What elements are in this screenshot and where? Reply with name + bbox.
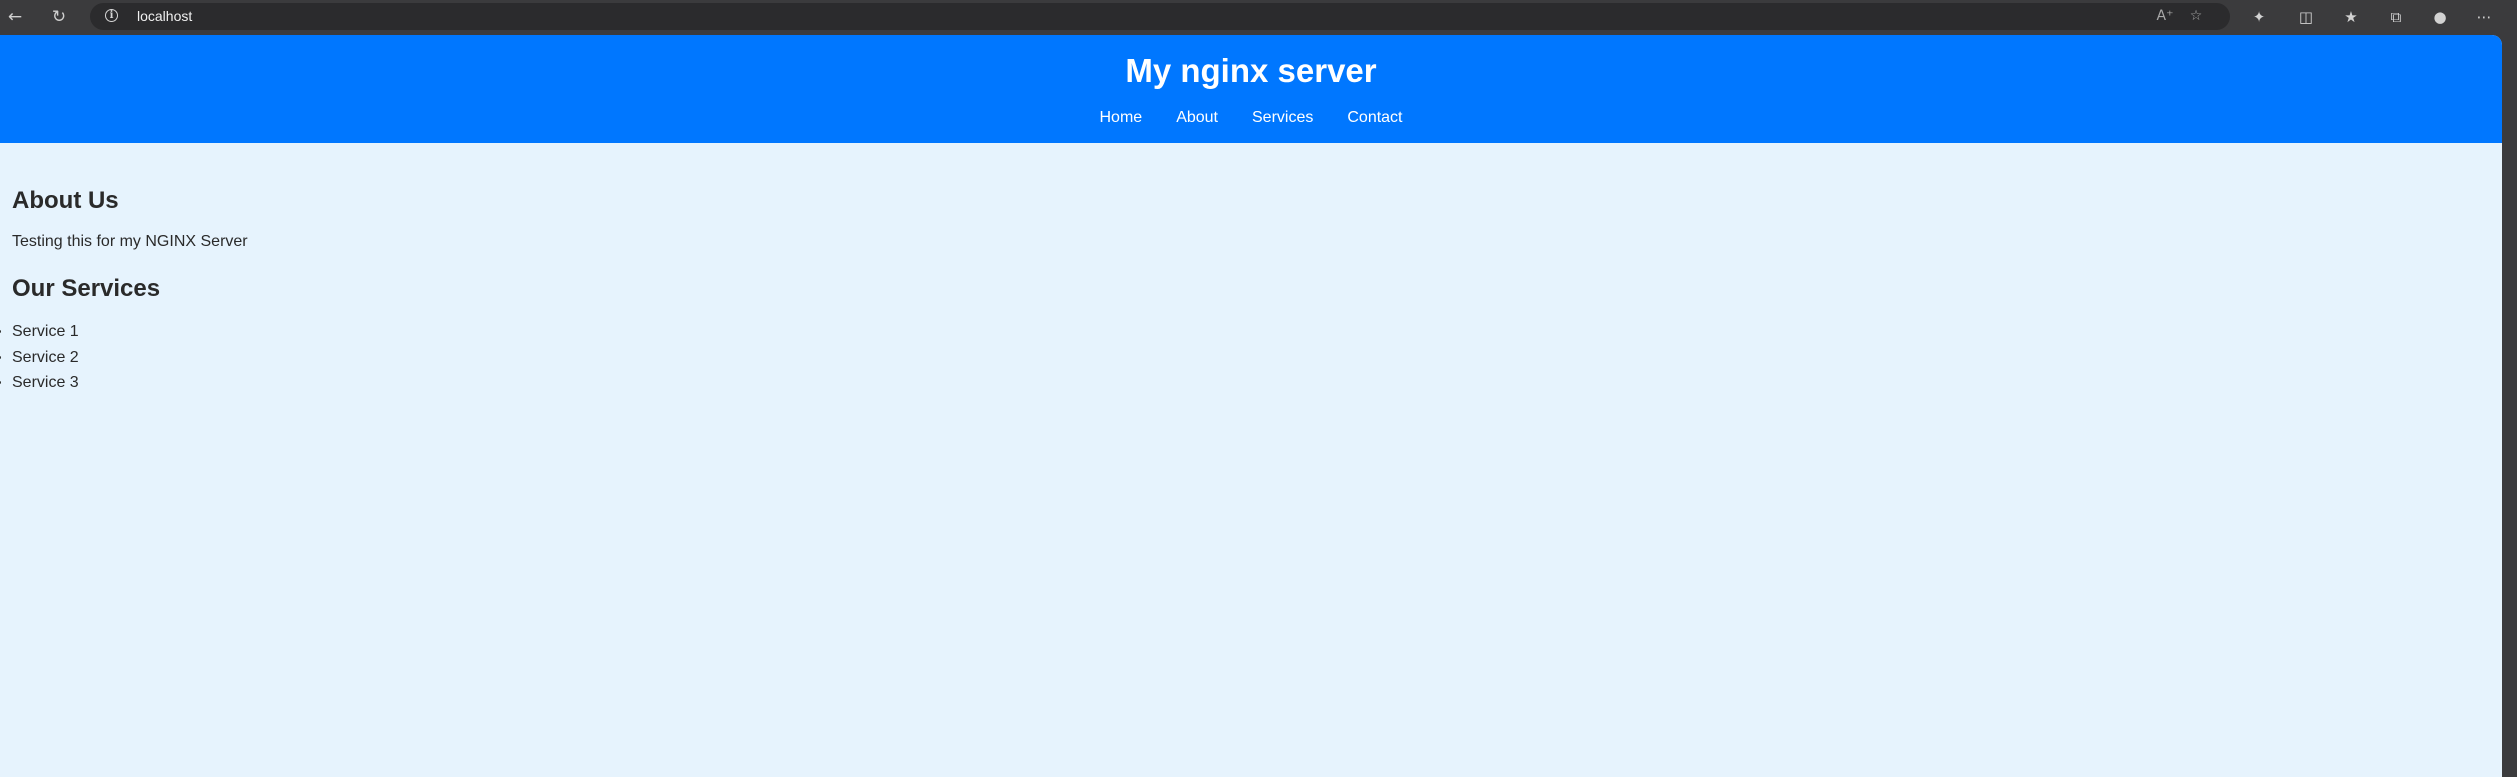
site-nav: Home About Services Contact [0,109,2502,127]
services-heading: Our Services [12,275,161,302]
list-item: Service 2 [0,345,248,371]
about-heading: About Us [12,187,119,214]
page-viewport: My nginx server Home About Services Cont… [0,35,2502,777]
collections-icon[interactable]: ⧉ [2384,5,2408,29]
list-item: Service 1 [0,319,248,345]
nav-link-contact[interactable]: Contact [1347,109,1402,127]
list-item: Service 3 [0,370,248,396]
profile-icon[interactable]: ● [2428,5,2452,29]
scrollbar[interactable] [2502,35,2517,777]
service-label: Service 1 [12,323,79,340]
nav-link-home[interactable]: Home [1100,109,1143,127]
refresh-icon[interactable]: ↻ [48,6,70,28]
nav-link-about[interactable]: About [1176,109,1218,127]
back-arrow-icon[interactable]: ← [4,6,26,28]
service-list: Service 1 Service 2 Service 3 [0,319,248,396]
star-icon[interactable]: ☆ [2186,6,2206,26]
url-text[interactable]: localhost [137,8,192,24]
puzzle-icon[interactable]: ✦ [2247,5,2271,29]
services-section: Our Services Service 1 Service 2 Service… [0,275,248,396]
nav-link-services[interactable]: Services [1252,109,1313,127]
about-section: About Us Testing this for my NGINX Serve… [12,187,248,251]
service-label: Service 2 [12,348,79,366]
about-text: Testing this for my NGINX Server [12,233,248,250]
address-bar[interactable]: i localhost A⁺ ☆ [90,3,2230,30]
browser-toolbar: ← ↻ i localhost A⁺ ☆ ✦ ◫ ★ ⧉ ● ⋯ [0,0,2517,33]
favorites-icon[interactable]: ★ [2339,5,2363,29]
site-title: My nginx server [1125,52,1377,89]
bullet-icon [0,381,1,384]
bullet-icon [0,330,1,333]
read-aloud-icon[interactable]: A⁺ [2155,6,2175,26]
service-label: Service 3 [12,374,79,391]
bullet-icon [0,355,1,359]
split-screen-icon[interactable]: ◫ [2294,5,2318,29]
more-icon[interactable]: ⋯ [2472,5,2496,29]
info-icon[interactable]: i [105,9,118,22]
main-content: About Us Testing this for my NGINX Serve… [0,187,248,396]
site-header: My nginx server Home About Services Cont… [0,35,2502,143]
